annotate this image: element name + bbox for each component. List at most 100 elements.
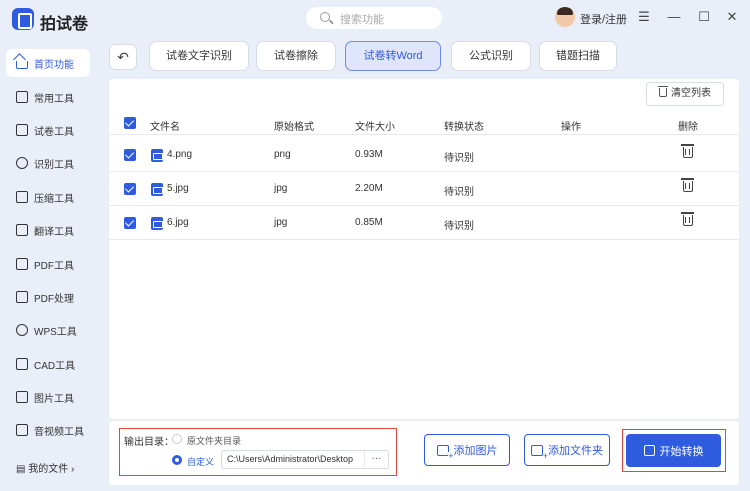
row-checkbox[interactable]: [124, 149, 136, 161]
sidebar-item-label: 音视频工具: [34, 426, 84, 438]
sidebar-item-wps-tools[interactable]: WPS工具: [6, 316, 90, 344]
output-path-value: C:\Users\Administrator\Desktop: [227, 454, 354, 464]
sidebar-item-recognition-tools[interactable]: 识别工具: [6, 149, 90, 177]
row-size: 0.93M: [355, 149, 383, 160]
add-folder-icon: [531, 444, 549, 461]
sidebar-item-label: 试卷工具: [34, 126, 74, 138]
image-icon: [16, 391, 28, 403]
sidebar-item-pdf-tools[interactable]: PDF工具: [6, 250, 90, 278]
sidebar-item-label: 翻译工具: [34, 226, 74, 238]
home-icon: [16, 61, 28, 69]
row-status: 待识别: [444, 187, 474, 198]
select-all-checkbox[interactable]: [124, 117, 136, 129]
radio-original-folder[interactable]: [172, 434, 182, 444]
row-checkbox[interactable]: [124, 183, 136, 195]
sidebar-item-label: CAD工具: [34, 360, 76, 372]
output-path-field[interactable]: C:\Users\Administrator\Desktop ···: [221, 450, 389, 469]
login-link[interactable]: 登录/注册: [580, 11, 627, 27]
add-image-button[interactable]: 添加图片: [424, 434, 510, 466]
image-file-icon: [151, 149, 163, 162]
option-original-folder-label[interactable]: 原文件夹目录: [187, 434, 241, 447]
start-convert-button[interactable]: 开始转换: [626, 434, 721, 467]
sidebar-item-translate-tools[interactable]: 翻译工具: [6, 216, 90, 244]
add-folder-label: 添加文件夹: [548, 445, 603, 457]
cad-icon: [16, 358, 28, 370]
row-status: 待识别: [444, 153, 474, 164]
sidebar-item-exam-tools[interactable]: 试卷工具: [6, 116, 90, 144]
app-logo-icon: [12, 8, 34, 30]
sidebar-item-label: 首页功能: [34, 59, 74, 71]
media-icon: [16, 424, 28, 436]
option-custom-label[interactable]: 自定义: [187, 455, 214, 468]
tab-wrong-question-scan[interactable]: 错题扫描: [539, 41, 617, 71]
scan-icon: [16, 157, 28, 169]
sidebar-item-label: 识别工具: [34, 159, 74, 171]
delete-row-icon[interactable]: [681, 178, 694, 192]
row-checkbox[interactable]: [124, 217, 136, 229]
tab-exam-text-recognition[interactable]: 试卷文字识别: [149, 41, 249, 71]
start-convert-label: 开始转换: [659, 445, 704, 458]
layers-icon: [16, 91, 28, 103]
row-status: 待识别: [444, 221, 474, 232]
delete-row-icon[interactable]: [681, 212, 694, 226]
row-size: 2.20M: [355, 183, 383, 194]
column-header-action: 操作: [561, 122, 581, 133]
row-filename: 5.jpg: [167, 183, 189, 194]
sidebar-item-media-tools[interactable]: 音视频工具: [6, 416, 90, 444]
sidebar-item-label: WPS工具: [34, 326, 77, 338]
sidebar-item-image-tools[interactable]: 图片工具: [6, 383, 90, 411]
tab-exam-erase[interactable]: 试卷擦除: [256, 41, 336, 71]
sidebar: 首页功能 常用工具 试卷工具 识别工具 压缩工具 翻译工具 PDF工具 PDF处…: [0, 38, 101, 491]
tab-exam-to-word[interactable]: 试卷转Word: [345, 41, 441, 71]
sidebar-item-cad-tools[interactable]: CAD工具: [6, 350, 90, 378]
close-icon[interactable]: ✕: [724, 9, 740, 25]
radio-custom-folder[interactable]: [172, 455, 182, 465]
title-bar: 拍试卷 搜索功能 登录/注册 ☰ — ☐ ✕: [0, 0, 750, 38]
image-file-icon: [151, 183, 163, 196]
menu-icon[interactable]: ☰: [636, 9, 652, 25]
sidebar-item-common-tools[interactable]: 常用工具: [6, 83, 90, 111]
search-input[interactable]: 搜索功能: [306, 7, 442, 29]
output-directory-label: 输出目录：: [124, 437, 174, 448]
row-filename: 4.png: [167, 149, 193, 160]
delete-row-icon[interactable]: [681, 144, 694, 158]
add-folder-button[interactable]: 添加文件夹: [524, 434, 610, 466]
maximize-icon[interactable]: ☐: [696, 9, 712, 25]
row-format: jpg: [274, 183, 288, 194]
row-format: jpg: [274, 217, 288, 228]
sidebar-item-home[interactable]: 首页功能: [6, 49, 90, 77]
sidebar-item-label: PDF处理: [34, 293, 74, 305]
row-format: png: [274, 149, 291, 160]
pdf-icon: [16, 258, 28, 270]
table-row: 6.jpg jpg 0.85M 待识别: [109, 206, 739, 240]
add-image-icon: [436, 444, 454, 461]
table-row: 4.png png 0.93M 待识别: [109, 138, 739, 172]
undo-icon: ↶: [117, 49, 129, 65]
browse-button[interactable]: ···: [364, 451, 388, 468]
chevron-right-icon: ›: [71, 464, 75, 475]
file-list-panel: 清空列表 文件名 原始格式 文件大小 转换状态 操作 删除 4.png png …: [109, 79, 739, 419]
clear-list-label: 清空列表: [671, 88, 711, 99]
search-placeholder: 搜索功能: [340, 14, 384, 26]
column-header-filename: 文件名: [150, 122, 180, 133]
table-header: 文件名 原始格式 文件大小 转换状态 操作 删除: [109, 113, 739, 135]
tab-formula-recognition[interactable]: 公式识别: [451, 41, 531, 71]
back-button[interactable]: ↶: [109, 44, 137, 70]
wps-icon: [16, 324, 28, 336]
my-files-link[interactable]: ▤ 我的文件 ›: [16, 460, 74, 475]
my-files-label: 我的文件: [28, 464, 69, 475]
row-size: 0.85M: [355, 217, 383, 228]
sidebar-item-label: 压缩工具: [34, 193, 74, 205]
column-header-format: 原始格式: [274, 122, 314, 133]
sidebar-item-pdf-process[interactable]: PDF处理: [6, 283, 90, 311]
minimize-icon[interactable]: —: [666, 9, 682, 25]
avatar[interactable]: [555, 7, 575, 27]
sidebar-item-compress-tools[interactable]: 压缩工具: [6, 183, 90, 211]
row-filename: 6.jpg: [167, 217, 189, 228]
column-header-status: 转换状态: [444, 122, 484, 133]
add-image-label: 添加图片: [453, 445, 498, 457]
search-icon: [320, 12, 330, 22]
app-name: 拍试卷: [40, 16, 89, 33]
translate-icon: [16, 224, 28, 236]
clear-list-button[interactable]: 清空列表: [646, 82, 724, 106]
